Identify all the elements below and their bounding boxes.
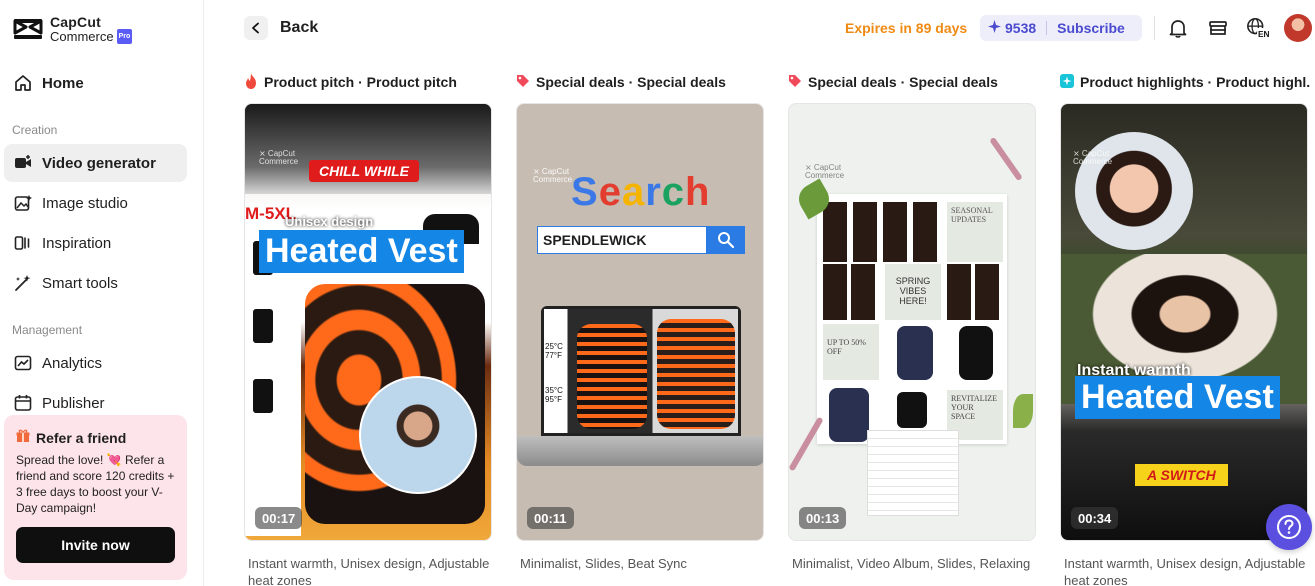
- duration-badge: 00:34: [1071, 507, 1119, 529]
- sidebar-item-inspiration[interactable]: Inspiration: [4, 224, 187, 262]
- sidebar-item-label: Image studio: [42, 194, 128, 212]
- card-title-3: Special deals · Special deals: [788, 72, 1036, 92]
- back-button[interactable]: [244, 16, 268, 40]
- invite-now-button[interactable]: Invite now: [16, 527, 175, 563]
- magic-wand-icon: [14, 274, 32, 292]
- sidebar: CapCut Commerce Pro Home Creation Video …: [0, 0, 204, 586]
- template-card-4[interactable]: ⨯ CapCut Commerce Instant warmth Heated V…: [1060, 103, 1308, 541]
- card-title-1: Product pitch · Product pitch: [244, 72, 492, 92]
- overlay-headline: Heated Vest: [259, 230, 464, 273]
- credits-subscribe-pill[interactable]: 9538 Subscribe: [980, 15, 1142, 41]
- card-title-4: Product highlights · Product highl...: [1060, 72, 1310, 92]
- language-globe-icon[interactable]: EN: [1246, 16, 1270, 40]
- card-title-2: Special deals · Special deals: [516, 72, 764, 92]
- tag-icon: [516, 74, 530, 91]
- subscribe-link[interactable]: Subscribe: [1057, 20, 1125, 36]
- duration-badge: 00:17: [255, 507, 303, 529]
- card-description: Minimalist, Video Album, Slides, Relaxin…: [792, 556, 1031, 571]
- card-title-text: Special deals · Special deals: [808, 74, 998, 90]
- image-sparkle-icon: [14, 194, 32, 212]
- template-card-1[interactable]: ⨯ CapCut Commerce CHILL WHILE M-5XL Unise…: [244, 103, 492, 541]
- overlay-switch: A SWITCH: [1135, 464, 1228, 486]
- back-label[interactable]: Back: [280, 19, 318, 37]
- notification-bell-icon[interactable]: [1166, 16, 1190, 40]
- capcut-logo-icon: [13, 19, 43, 39]
- help-button[interactable]: [1266, 504, 1312, 550]
- tag-icon: [788, 74, 802, 91]
- sidebar-item-label: Analytics: [42, 354, 103, 372]
- duration-badge: 00:11: [527, 507, 574, 529]
- card-description: Minimalist, Slides, Beat Sync: [520, 556, 687, 571]
- refer-body: Spread the love! 💘 Refer a friend and sc…: [16, 453, 175, 515]
- sidebar-item-analytics[interactable]: Analytics: [4, 344, 187, 382]
- gift-icon: [16, 429, 30, 446]
- expiry-notice: Expires in 89 days: [845, 20, 968, 36]
- card-title-text: Special deals · Special deals: [536, 74, 726, 90]
- card-title-text: Product pitch · Product pitch: [264, 74, 457, 90]
- refer-title: Refer a friend: [36, 429, 127, 446]
- app-root: CapCut Commerce Pro Home Creation Video …: [0, 0, 1315, 586]
- help-icon: [1277, 515, 1301, 539]
- credits-count: 9538: [1005, 20, 1037, 36]
- archive-icon[interactable]: [1206, 16, 1230, 40]
- topbar-divider: [1154, 16, 1155, 40]
- capcut-watermark: ⨯ CapCut Commerce: [1073, 149, 1113, 166]
- pro-badge: Pro: [116, 29, 133, 44]
- template-card-2[interactable]: ⨯ CapCut Commerce Search SPENDLEWICK 25°C…: [516, 103, 764, 541]
- sidebar-item-home[interactable]: Home: [4, 64, 187, 102]
- highlight-icon: [1060, 73, 1074, 91]
- logo-text-line2: Commerce: [50, 29, 114, 44]
- refer-a-friend-card: Refer a friend Spread the love! 💘 Refer …: [4, 415, 187, 580]
- chevron-left-icon: [252, 22, 259, 34]
- sidebar-item-label: Publisher: [42, 394, 105, 412]
- duration-badge: 00:13: [799, 507, 847, 529]
- search-title: Search: [571, 170, 711, 214]
- overlay-search-value: SPENDLEWICK: [537, 226, 707, 254]
- home-icon: [14, 74, 32, 92]
- calendar-icon: [14, 394, 32, 412]
- overlay-banner: CHILL WHILE: [309, 160, 419, 182]
- capcut-watermark: ⨯ CapCut Commerce: [805, 163, 845, 180]
- inspiration-icon: [14, 234, 32, 252]
- template-card-3[interactable]: ⨯ CapCut Commerce SEASONAL UPDATES SPRING…: [788, 103, 1036, 541]
- overlay-temp-1: 25°C 77°F: [545, 342, 563, 360]
- sidebar-item-video-generator[interactable]: Video generator: [4, 144, 187, 182]
- video-plus-icon: [14, 154, 32, 172]
- fire-icon: [244, 72, 258, 92]
- overlay-headline: Heated Vest: [1075, 376, 1280, 419]
- capcut-commerce-logo[interactable]: CapCut Commerce Pro: [12, 14, 133, 46]
- sidebar-item-label: Home: [42, 74, 84, 92]
- overlay-temp-2: 35°C 95°F: [545, 386, 563, 404]
- card-title-text: Product highlights · Product highl...: [1080, 74, 1310, 90]
- overlay-seasonal: SEASONAL UPDATES: [947, 202, 1003, 262]
- search-icon: [707, 226, 745, 254]
- sidebar-item-image-studio[interactable]: Image studio: [4, 184, 187, 222]
- logo-text-line1: CapCut: [50, 14, 101, 30]
- card-description: Instant warmth, Unisex design, Adjustabl…: [1064, 556, 1306, 586]
- avatar[interactable]: [1284, 14, 1312, 42]
- capcut-watermark: ⨯ CapCut Commerce: [533, 167, 573, 184]
- sidebar-item-smart-tools[interactable]: Smart tools: [4, 264, 187, 302]
- language-code: EN: [1258, 29, 1270, 39]
- overlay-sub: Unisex design: [285, 214, 374, 229]
- overlay-sale: UP TO 50% OFF: [823, 324, 879, 380]
- sparkle-icon: [988, 20, 1001, 36]
- sidebar-item-label: Video generator: [42, 154, 156, 172]
- section-label-management: Management: [12, 323, 83, 337]
- capcut-watermark: ⨯ CapCut Commerce: [259, 149, 299, 166]
- section-label-creation: Creation: [12, 123, 58, 137]
- overlay-spring: SPRING VIBES HERE!: [885, 264, 941, 320]
- sidebar-item-label: Smart tools: [42, 274, 118, 292]
- sidebar-item-label: Inspiration: [42, 234, 112, 252]
- chart-icon: [14, 354, 32, 372]
- presenter-bubble: [359, 376, 477, 494]
- card-description: Instant warmth, Unisex design, Adjustabl…: [248, 556, 490, 586]
